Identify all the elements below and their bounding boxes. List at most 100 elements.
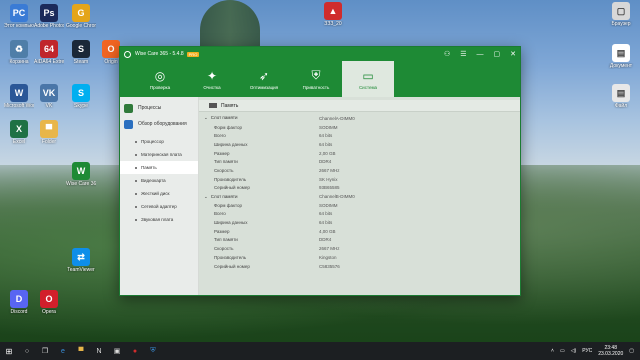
desktop-icon-label: Discord [10,309,28,315]
sidebar-section-processes[interactable]: Процессы [120,101,198,115]
discord-icon: D [10,290,28,308]
language-indicator[interactable]: РУС [582,348,592,354]
desktop-icon[interactable]: PCЭтот компьютер [4,4,34,29]
minimize-icon[interactable]: — [477,51,484,58]
search-icon[interactable]: ○ [18,342,36,360]
desktop-icon[interactable]: 64AIDA64 Extreme [34,40,64,65]
property-key: Скорость [214,246,234,252]
desktop-icon[interactable]: W Wise Care 365 [66,162,96,187]
bullet-icon [135,166,137,169]
file-icon: ▤ [612,84,630,102]
sidebar-item[interactable]: Процессор [120,135,198,148]
notification-icon[interactable]: ▢ [629,348,634,354]
desktop-icon[interactable]: O Opera [34,290,64,315]
desktop-icon[interactable]: ▤ Файл [606,84,636,109]
edge-icon[interactable]: e [54,342,72,360]
sidebar-section-hardware[interactable]: Обзор оборудования [120,117,198,131]
sidebar-item-label: Видеокарта [141,178,166,183]
desktop-icon[interactable]: ♻ Корзина [4,40,34,65]
app-title: Wise Care 365 - 5.4.8 [135,51,184,57]
slot-label: Слот памяти [210,115,238,121]
app-logo-icon [124,50,131,58]
property-value: 64 bits [319,220,333,226]
slot-value: ChannelB-DIMM0 [319,194,355,200]
desktop-icon[interactable]: S Steam [66,40,96,65]
sidebar-item-label: Память [141,165,157,170]
task-view-icon[interactable]: ❐ [36,342,54,360]
desktop-icon-label: Skype [74,103,88,109]
sidebar-item[interactable]: Материнская плата [120,148,198,161]
sidebar-item[interactable]: Жесткий диск [120,187,198,200]
media-icon[interactable]: ▣ [108,342,126,360]
collapse-arrow-icon: ⌄ [204,193,208,199]
slot-header[interactable]: ⌄ Слот памяти ChannelA-DIMM0 [199,114,520,123]
maximize-icon[interactable]: ▢ [494,50,501,58]
sidebar-item[interactable]: Сетевой адаптер [120,200,198,213]
process-icon [124,103,133,113]
tab-rocket[interactable]: ➶ Оптимизация [238,61,290,97]
desktop-icon-label: Документ [609,63,633,69]
sidebar-item[interactable]: Память [120,161,198,174]
desktop-icon[interactable]: S Skype [66,84,96,109]
desktop-icon[interactable]: WMicrosoft Word [4,84,34,109]
desktop-icon[interactable]: ▤ Документ [606,44,636,69]
desktop-icon-label: Microsoft Word [4,103,34,109]
bullet-icon [135,205,137,208]
bullet-icon [135,192,137,195]
property-key: Форм фактор [214,202,243,208]
sidebar-section-label: Процессы [138,105,162,111]
clock[interactable]: 23:48 23.03.2020 [598,345,623,357]
tab-label: Проверка [149,85,171,90]
desktop-icon[interactable]: ▢ Браузер [606,2,636,27]
volume-icon[interactable]: ◁) [571,348,577,354]
tray-chevron-icon[interactable]: ˄ [551,348,554,354]
tab-shield[interactable]: ⛨ Приватность [290,61,342,97]
sidebar-item[interactable]: Видеокарта [120,174,198,187]
property-row: Производитель Kingston [199,253,520,262]
desktop-icon[interactable]: ⇄ TeamViewer [66,248,96,273]
sidebar-item-label: Сетевой адаптер [141,204,177,209]
sidebar-item[interactable]: Звуковая плата [120,213,198,226]
document-icon: ▤ [612,44,630,62]
recycle-bin-icon: ♻ [10,40,28,58]
record-icon[interactable]: ● [126,342,144,360]
bullet-icon [135,153,137,156]
tab-check[interactable]: ◎ Проверка [134,61,186,97]
tab-monitor[interactable]: ▭ Система [342,61,394,97]
desktop-icon[interactable]: ▲ ЗЗЗ_20 [318,2,348,27]
close-icon[interactable]: ✕ [510,50,516,58]
excel-icon: X [10,120,28,138]
rocket-icon: ➶ [258,68,270,83]
property-row: Размер 4,00 GB [199,227,520,236]
shirt-icon[interactable]: ⚇ [444,50,450,58]
tab-broom[interactable]: ✦ Очистка [186,61,238,97]
wisecare-taskbar-icon[interactable]: ⛨ [144,342,162,360]
notion-icon[interactable]: N [90,342,108,360]
desktop-icon[interactable]: ▀ Folder [34,120,64,145]
property-row: Тип памяти DDR4 [199,236,520,245]
desktop-icon-label: Steam [73,59,89,65]
desktop-icon-label: Adobe Photoshop CS6 [34,23,64,29]
desktop-icon-label: Folder [41,139,57,145]
folder-icon: ▀ [40,120,58,138]
desktop-icon[interactable]: PsAdobe Photoshop CS6 [34,4,64,29]
property-value: 64 bits [319,211,333,217]
property-key: Всего [214,211,226,217]
desktop-icon[interactable]: GGoogle Chrome [66,4,96,29]
desktop-icon-label: Google Chrome [66,23,96,29]
file-explorer-icon[interactable]: ▀ [72,342,90,360]
tab-label: Очистка [203,85,221,90]
network-icon[interactable]: ▭ [560,348,565,354]
title-bar: Wise Care 365 - 5.4.8 PRO ⚇ ☰ — ▢ ✕ [120,47,520,61]
clock-date: 23.03.2020 [598,351,624,357]
main-panel: Память ⌄ Слот памяти ChannelA-DIMM0 Форм фа… [199,97,520,295]
desktop-icon[interactable]: X Excel [4,120,34,145]
menu-icon[interactable]: ☰ [460,50,466,58]
property-key: Производитель [214,176,247,182]
start-button[interactable]: ⊞ [0,342,18,360]
property-row: Всего 64 bits [199,210,520,219]
desktop-icon[interactable]: D Discord [4,290,34,315]
desktop-icon[interactable]: VK VK [34,84,64,109]
sidebar: Процессы Обзор оборудования Процессор Мат… [120,97,199,295]
slot-header[interactable]: ⌄ Слот памяти ChannelB-DIMM0 [199,192,520,201]
